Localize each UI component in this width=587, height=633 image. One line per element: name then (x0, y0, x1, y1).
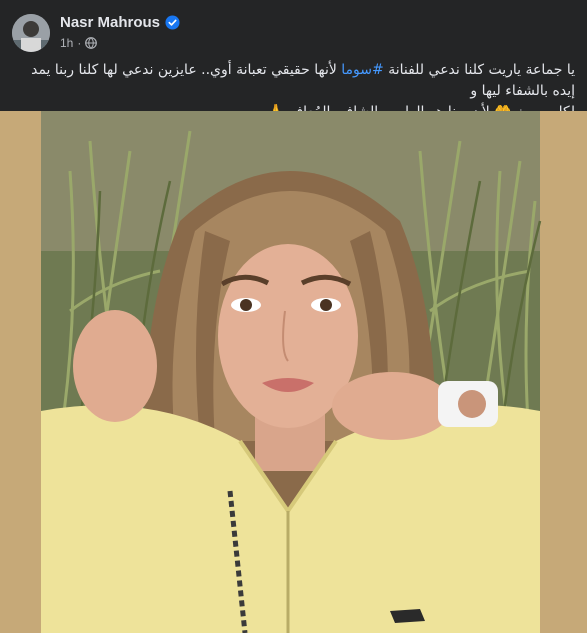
author-name[interactable]: Nasr Mahrous (60, 14, 160, 31)
hashtag-link[interactable]: #سوما (341, 62, 383, 78)
post-text-prefix: يا جماعة ياريت كلنا ندعي للفنانة (383, 62, 575, 78)
post-photo[interactable] (0, 111, 587, 633)
avatar-image (12, 14, 50, 52)
post-meta: 1h · (60, 36, 98, 50)
globe-icon[interactable] (85, 37, 98, 49)
photo-illustration (0, 111, 587, 633)
verified-badge-icon (165, 15, 180, 30)
author-avatar[interactable] (12, 14, 50, 52)
meta-separator: · (77, 36, 82, 50)
post-text-line-1: يا جماعة ياريت كلنا ندعي للفنانة #سوما ل… (12, 60, 575, 102)
author-row: Nasr Mahrous (60, 14, 180, 31)
post-timestamp[interactable]: 1h (60, 36, 73, 50)
post-header: Nasr Mahrous 1h · (0, 0, 587, 58)
